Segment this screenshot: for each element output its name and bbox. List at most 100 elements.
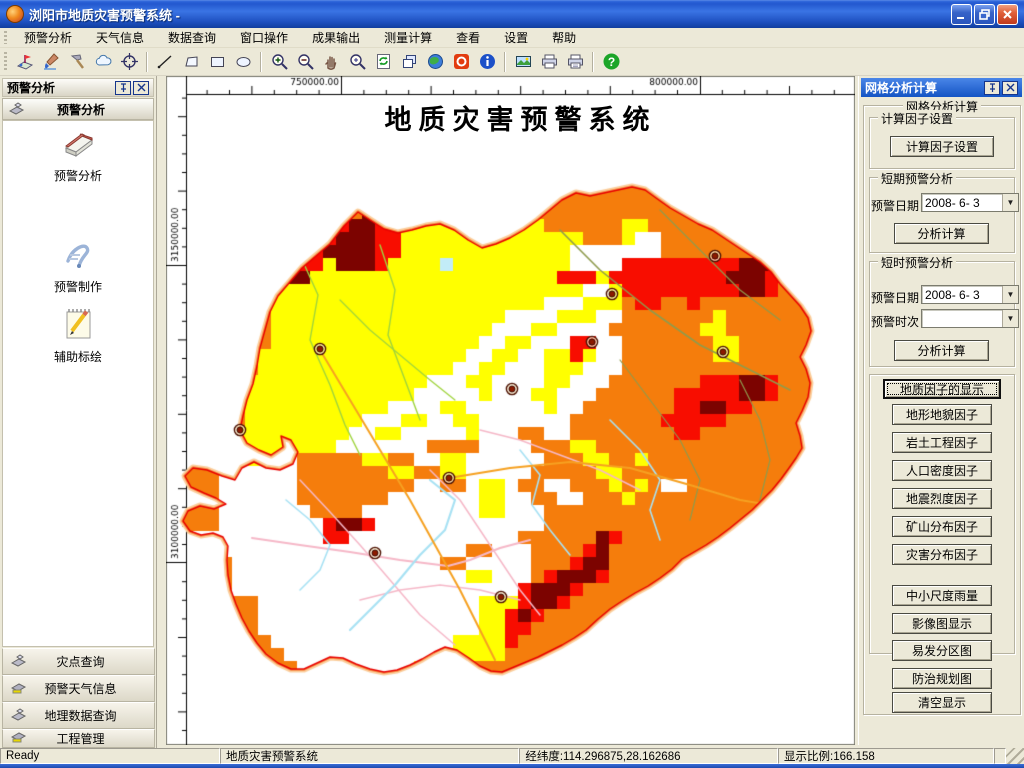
population-factor-button[interactable]: 人口密度因子	[892, 460, 992, 481]
mine-factor-button[interactable]: 矿山分布因子	[892, 516, 992, 537]
menu-view[interactable]: 查看	[444, 28, 492, 48]
right-panel-pin-button[interactable]	[984, 80, 1000, 95]
short-time-date-combo[interactable]: 2008- 6- 3 ▼	[921, 285, 1019, 304]
section-disaster-point-query[interactable]: 灾点查询	[2, 648, 155, 675]
calc-factor-settings-button[interactable]: 计算因子设置	[890, 136, 994, 157]
short-time-period-combo[interactable]: ▼	[921, 309, 1019, 328]
status-bar: Ready 地质灾害预警系统 经纬度:114.296875,28.162686 …	[0, 748, 1024, 764]
map-image-icon	[515, 56, 531, 67]
chevron-down-icon[interactable]: ▼	[1002, 310, 1018, 327]
cloud-icon	[95, 54, 111, 66]
print-preview-button[interactable]	[563, 50, 587, 74]
image-display-button[interactable]: 影像图显示	[892, 613, 992, 634]
chevron-down-icon[interactable]: ▼	[1002, 286, 1018, 303]
section-geo-data-query[interactable]: 地理数据查询	[2, 702, 155, 729]
item-aux-plot[interactable]: 辅助标绘	[3, 303, 153, 365]
warning-map-button[interactable]	[13, 50, 37, 74]
short-term-date-combo[interactable]: 2008- 6- 3 ▼	[921, 193, 1019, 212]
map-image-button[interactable]	[511, 50, 535, 74]
section-label: 工程管理	[56, 732, 105, 746]
refresh-view-icon	[376, 54, 390, 69]
app-icon	[6, 5, 24, 23]
layers-icon	[402, 55, 416, 68]
hammer-icon	[70, 54, 84, 69]
meso-rainfall-button[interactable]: 中小尺度雨量	[892, 585, 992, 606]
layers-button[interactable]	[397, 50, 421, 74]
close-icon	[1006, 83, 1014, 92]
menu-grip[interactable]	[4, 30, 7, 45]
geology-factor-display-button[interactable]: 地质因子的显示	[883, 379, 1001, 399]
left-panel-items: 预警分析 预警制作 辅助标绘	[2, 120, 154, 647]
draw-polygon-button[interactable]	[179, 50, 203, 74]
menu-weather-info[interactable]: 天气信息	[84, 28, 156, 48]
stop-clear-button[interactable]	[449, 50, 473, 74]
menu-warning-analysis[interactable]: 预警分析	[12, 28, 84, 48]
zoom-in-button[interactable]	[267, 50, 291, 74]
section-warning-weather-info[interactable]: 预警天气信息	[2, 675, 155, 702]
menu-help[interactable]: 帮助	[540, 28, 588, 48]
left-panel-close-button[interactable]	[133, 80, 149, 95]
project-tool-icon	[9, 730, 27, 747]
window-title: 浏阳市地质灾害预警系统 -	[29, 7, 180, 23]
resize-grip[interactable]	[1006, 748, 1024, 764]
short-term-group-label: 短期预警分析	[878, 170, 957, 187]
item-label: 预警分析	[53, 169, 102, 183]
draw-rectangle-icon	[210, 57, 224, 67]
zoom-window-icon	[349, 54, 366, 70]
terrain-factor-button[interactable]: 地形地貌因子	[892, 404, 992, 425]
right-panel-titlebar: 网格分析计算	[861, 78, 1022, 97]
menu-data-query[interactable]: 数据查询	[156, 28, 228, 48]
section-project-management[interactable]: 工程管理	[2, 729, 155, 748]
notepad-icon	[58, 303, 98, 346]
map-canvas[interactable]	[166, 76, 855, 745]
print-button[interactable]	[537, 50, 561, 74]
prevention-plan-button[interactable]: 防治规划图	[892, 668, 992, 689]
right-panel-close-button[interactable]	[1002, 80, 1018, 95]
chevron-down-icon[interactable]: ▼	[1002, 194, 1018, 211]
globe-button[interactable]	[423, 50, 447, 74]
minimize-button[interactable]	[951, 3, 972, 25]
susceptibility-zone-button[interactable]: 易发分区图	[892, 640, 992, 661]
menu-measure[interactable]: 测量计算	[372, 28, 444, 48]
print-preview-icon	[567, 54, 583, 69]
item-warning-analysis[interactable]: 预警分析	[3, 124, 153, 184]
paint-brush-icon	[43, 53, 59, 70]
info-button[interactable]	[475, 50, 499, 74]
restore-icon	[979, 8, 990, 20]
draw-line-icon	[157, 55, 171, 69]
draw-line-button[interactable]	[153, 50, 177, 74]
short-time-date-value: 2008- 6- 3	[925, 287, 980, 302]
close-button[interactable]	[997, 3, 1018, 25]
hammer-button[interactable]	[65, 50, 89, 74]
paint-brush-button[interactable]	[39, 50, 63, 74]
short-time-analyze-button[interactable]: 分析计算	[894, 340, 989, 361]
left-panel-titlebar: 预警分析	[2, 78, 154, 97]
draw-ellipse-button[interactable]	[231, 50, 255, 74]
locate-crosshair-button[interactable]	[117, 50, 141, 74]
menu-window-ops[interactable]: 窗口操作	[228, 28, 300, 48]
cloud-button[interactable]	[91, 50, 115, 74]
pan-hand-button[interactable]	[319, 50, 343, 74]
clear-display-button[interactable]: 清空显示	[892, 692, 992, 713]
short-time-date-label: 预警日期	[871, 291, 920, 305]
help-icon: ?	[603, 53, 619, 70]
geotech-factor-button[interactable]: 岩土工程因子	[892, 432, 992, 453]
disaster-factor-button[interactable]: 灾害分布因子	[892, 544, 992, 565]
left-panel-pin-button[interactable]	[115, 80, 131, 95]
seismic-factor-button[interactable]: 地震烈度因子	[892, 488, 992, 509]
short-term-analyze-button[interactable]: 分析计算	[894, 223, 989, 244]
toolbar-grip[interactable]	[4, 52, 7, 71]
zoom-out-button[interactable]	[293, 50, 317, 74]
short-time-group-label: 短时预警分析	[878, 254, 957, 271]
zoom-window-button[interactable]	[345, 50, 369, 74]
refresh-view-button[interactable]	[371, 50, 395, 74]
menu-output[interactable]: 成果输出	[300, 28, 372, 48]
left-panel-group-header[interactable]: 预警分析	[2, 98, 154, 120]
help-button[interactable]: ?	[599, 50, 623, 74]
restore-button[interactable]	[974, 3, 995, 25]
section-label: 灾点查询	[56, 655, 105, 669]
right-panel-title: 网格分析计算	[865, 81, 938, 95]
item-warning-make[interactable]: 预警制作	[3, 235, 153, 295]
draw-rectangle-button[interactable]	[205, 50, 229, 74]
menu-settings[interactable]: 设置	[492, 28, 540, 48]
